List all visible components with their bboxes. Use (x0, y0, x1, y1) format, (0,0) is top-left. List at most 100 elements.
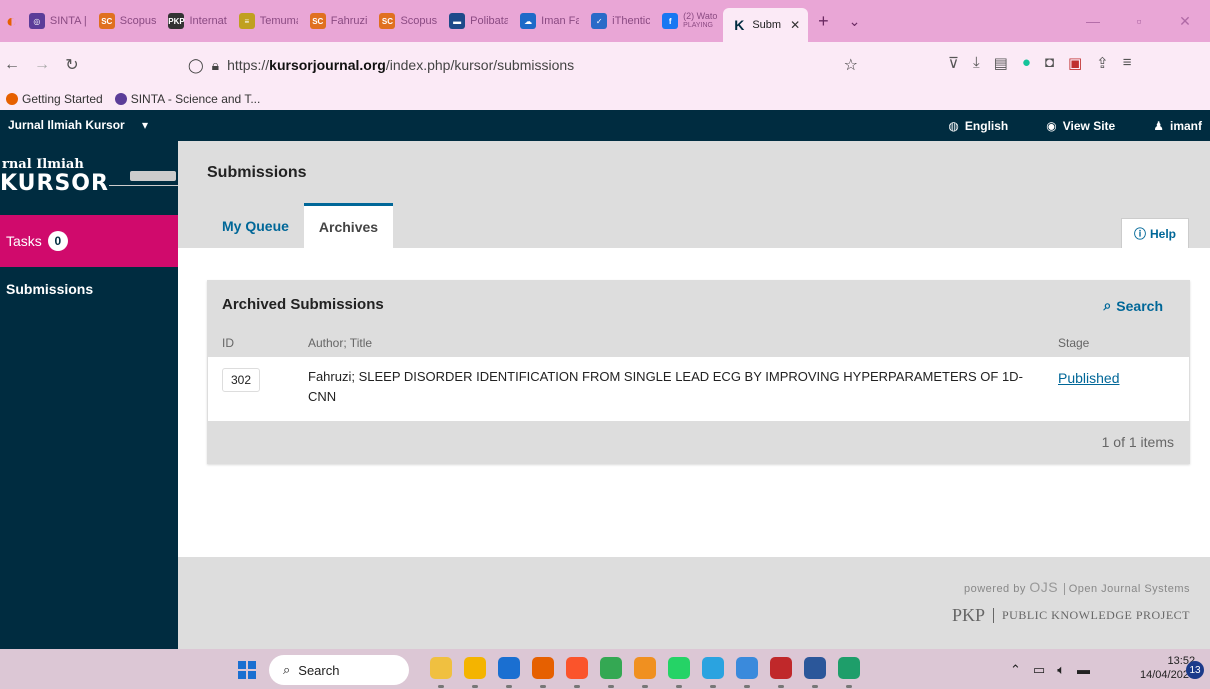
journal-logo[interactable]: rnal Ilmiah KURSOR (0, 153, 189, 203)
firefox-icon[interactable] (532, 657, 554, 688)
extension-icon[interactable]: ◘ (1045, 54, 1054, 72)
explorer-icon[interactable] (464, 657, 486, 688)
taskbar-search-label: Search (298, 662, 340, 678)
browser-tab[interactable]: f (2) Wato PLAYING (656, 6, 723, 36)
speaker-icon[interactable]: 🔈︎ (1057, 662, 1065, 678)
notification-badge[interactable]: 13 (1186, 661, 1204, 679)
url-text: https://kursorjournal.org/index.php/kurs… (227, 57, 575, 73)
table-row[interactable]: 302 Fahruzi; SLEEP DISORDER IDENTIFICATI… (208, 357, 1189, 421)
display-icon[interactable]: ▭ (1033, 662, 1045, 678)
sidebar-item-submissions[interactable]: Submissions (6, 281, 93, 297)
search-icon: ⌕ (283, 662, 291, 677)
tab-label: Iman Fa (541, 15, 580, 27)
tasks-button[interactable]: Tasks 0 (0, 215, 178, 267)
bookmark-item[interactable]: SINTA - Science and T... (114, 92, 261, 106)
tab-my-queue[interactable]: My Queue (207, 203, 304, 248)
chrome-icon[interactable] (600, 657, 622, 688)
telegram-icon[interactable] (702, 657, 724, 688)
polibatam-icon: ▬ (449, 13, 466, 29)
bookmark-star-icon[interactable]: ☆ (844, 55, 858, 75)
firefox-view-icon[interactable]: ◐ (0, 11, 23, 32)
tab-label: Internat (189, 15, 227, 27)
logo-text-line1: rnal Ilmiah (2, 157, 84, 172)
view-site-link[interactable]: ◉ View Site (1046, 119, 1115, 133)
news-icon[interactable]: ▣ (1068, 54, 1082, 72)
menu-icon[interactable]: ≡ (1123, 54, 1132, 72)
tab-list-chevron-icon[interactable]: ⌄ (839, 13, 871, 30)
download-icon[interactable]: ⤓ (973, 54, 980, 72)
taskbar-search[interactable]: ⌕ Search (269, 655, 409, 685)
reload-button[interactable]: ↻ (60, 55, 84, 75)
tab-label: Polibata (470, 15, 509, 27)
tab-label: Subm (752, 19, 782, 31)
sinta-icon: ◎ (28, 13, 45, 29)
tasks-label: Tasks (6, 233, 42, 249)
pkp-logo[interactable]: PKP PUBLIC KNOWLEDGE PROJECT (952, 605, 1190, 626)
battery-icon[interactable]: ▬ (1077, 662, 1090, 678)
search-button[interactable]: ⌕ Search (1103, 297, 1163, 314)
submission-id: 302 (222, 368, 261, 392)
app-icon[interactable] (634, 657, 656, 688)
brave-icon[interactable] (566, 657, 588, 688)
grammarly-icon[interactable]: ● (1022, 54, 1031, 72)
mail-icon[interactable] (498, 657, 520, 688)
windows-start-icon[interactable] (238, 661, 256, 679)
edge-icon[interactable] (838, 657, 860, 688)
chevron-up-icon[interactable]: ⌃ (1010, 662, 1021, 678)
close-window-button[interactable]: ✕ (1162, 0, 1208, 42)
maximize-button[interactable]: ▫ (1116, 0, 1162, 42)
browser-tab[interactable]: SC Scopus (373, 6, 443, 36)
browser-tab[interactable]: ≡ Temuma (233, 6, 304, 36)
help-button[interactable]: ⓘ Help (1121, 218, 1189, 248)
browser-tab[interactable]: ✓ iThentic (585, 6, 656, 36)
browser-tab[interactable]: ◎ SINTA | (23, 6, 93, 36)
whatsapp-icon[interactable] (668, 657, 690, 688)
tab-label: (2) Wato PLAYING (683, 11, 717, 31)
panel-header: Archived Submissions ⌕ Search (208, 281, 1189, 329)
reader-icon[interactable]: ▤ (994, 54, 1008, 72)
powered-by-label: powered by (963, 583, 1026, 595)
browser-tab[interactable]: PKP Internat (162, 6, 232, 36)
bookmark-item[interactable]: Getting Started (6, 92, 103, 106)
minimize-button[interactable]: — (1070, 0, 1116, 42)
column-header-stage: Stage (1058, 336, 1090, 350)
address-bar[interactable]: ◯ 🔒︎ https://kursorjournal.org/index.php… (180, 49, 870, 81)
photos-icon[interactable] (430, 657, 452, 688)
stage-link[interactable]: Published (1058, 370, 1120, 386)
ojs-header: Jurnal Ilmiah Kursor ▾ ◍ English ◉ View Si… (0, 110, 1210, 141)
windows-taskbar: ⌕ Search ⌃ ▭ 🔈︎ ▬ 13:52 14/04/2023 13 (0, 649, 1210, 689)
word-icon[interactable] (804, 657, 826, 688)
tab-sublabel: PLAYING (683, 22, 713, 29)
journal-context-dropdown[interactable]: Jurnal Ilmiah Kursor ▾ (8, 118, 148, 132)
browser-tab[interactable]: ☁ Iman Fa (514, 6, 585, 36)
eye-icon: ◉ (1046, 118, 1057, 133)
search-icon: ⌕ (1103, 297, 1112, 313)
browser-tab[interactable]: SC Fahruzi (304, 6, 374, 36)
lock-icon: 🔒︎ (211, 56, 220, 73)
browser-tab[interactable]: ▬ Polibata (443, 6, 514, 36)
pkp-full-label: PUBLIC KNOWLEDGE PROJECT (993, 608, 1190, 623)
tab-label: iThentic (612, 15, 651, 27)
snipping-icon[interactable] (736, 657, 758, 688)
tab-label: Scopus (119, 15, 157, 27)
share-icon[interactable]: ⇪ (1096, 54, 1109, 72)
powered-by-ojs[interactable]: powered by OJS Open Journal Systems (964, 579, 1190, 595)
onedrive-icon: ☁ (520, 13, 537, 29)
pocket-icon[interactable]: ⊽ (948, 54, 959, 72)
forward-button[interactable]: → (30, 56, 54, 74)
ojs-full-label: Open Journal Systems (1063, 583, 1190, 595)
close-tab-icon[interactable]: ✕ (790, 18, 800, 32)
browser-tab[interactable]: SC Scopus (93, 6, 163, 36)
browser-tab-active[interactable]: K Subm ✕ (723, 8, 809, 42)
sidebar: rnal Ilmiah KURSOR Tasks 0 Submissions (0, 141, 189, 649)
tab-archives[interactable]: Archives (303, 203, 394, 248)
submission-title[interactable]: Fahruzi; SLEEP DISORDER IDENTIFICATION F… (308, 367, 1028, 407)
bookmark-label: SINTA - Science and T... (130, 92, 261, 106)
archived-submissions-panel: Archived Submissions ⌕ Search ID Author;… (207, 280, 1190, 464)
zotero-icon[interactable] (770, 657, 792, 688)
scopus-icon: SC (379, 13, 396, 29)
user-menu[interactable]: ♟ imanf (1153, 119, 1202, 133)
back-button[interactable]: ← (0, 56, 24, 74)
new-tab-button[interactable]: + (808, 11, 839, 32)
language-menu[interactable]: ◍ English (948, 119, 1008, 133)
